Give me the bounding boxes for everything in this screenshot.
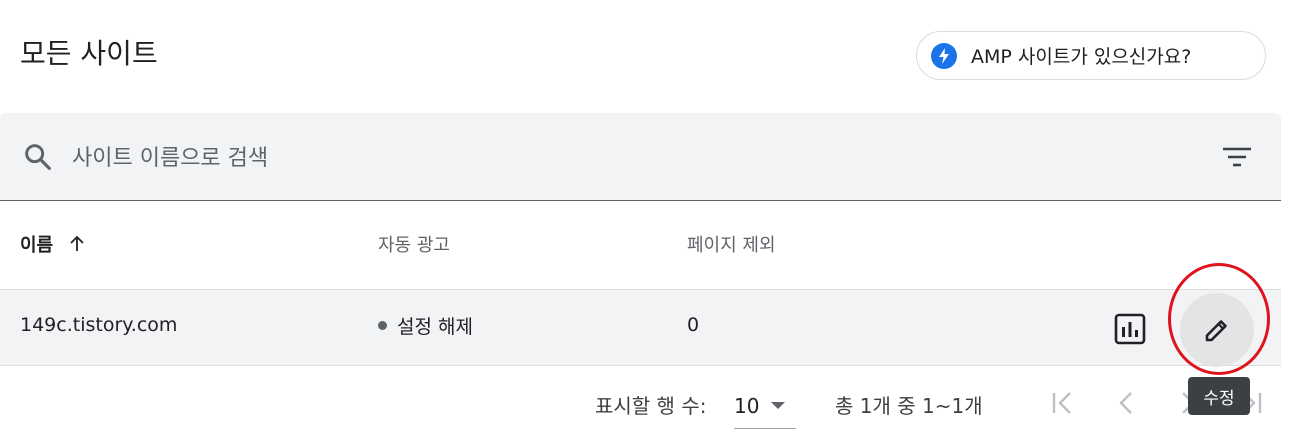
pencil-icon [1205,320,1227,342]
rows-per-page-label: 표시할 행 수: [595,394,707,418]
dropdown-caret-icon [771,401,786,409]
amp-chip-label: AMP 사이트가 있으신가요? [971,46,1192,68]
bar-chart-icon[interactable] [1113,312,1147,346]
excluded-pages-cell: 0 [687,314,700,336]
amp-sites-chip[interactable]: AMP 사이트가 있으신가요? [916,31,1266,80]
column-header-name-label: 이름 [20,235,54,256]
status-dot-icon [378,321,387,330]
column-header-auto-ads[interactable]: 자동 광고 [378,231,450,257]
edit-tooltip: 수정 [1188,377,1250,415]
search-icon [25,144,51,170]
amp-bolt-icon [931,42,957,69]
column-header-name[interactable]: 이름 [20,231,87,257]
table-header: 이름 자동 광고 페이지 제외 [0,201,1281,290]
sort-arrow-up-icon [70,235,84,251]
auto-ads-status-cell: 설정 해제 [378,312,473,339]
column-header-excluded-pages[interactable]: 페이지 제외 [687,231,776,257]
table-row: 149c.tistory.com 설정 해제 0 [0,290,1281,367]
search-input[interactable] [70,137,974,179]
first-page-icon[interactable] [1048,388,1078,418]
page-range-label: 총 1개 중 1~1개 [835,394,983,418]
search-bar [0,113,1281,201]
auto-ads-status-label: 설정 해제 [397,316,473,338]
site-name-cell: 149c.tistory.com [20,314,178,336]
page-title: 모든 사이트 [20,37,158,70]
prev-page-icon[interactable] [1112,388,1142,418]
edit-button[interactable] [1180,293,1254,367]
rows-per-page-value: 10 [734,394,760,418]
filter-icon[interactable] [1220,142,1254,172]
rows-per-page-select[interactable]: 10 [734,382,796,429]
